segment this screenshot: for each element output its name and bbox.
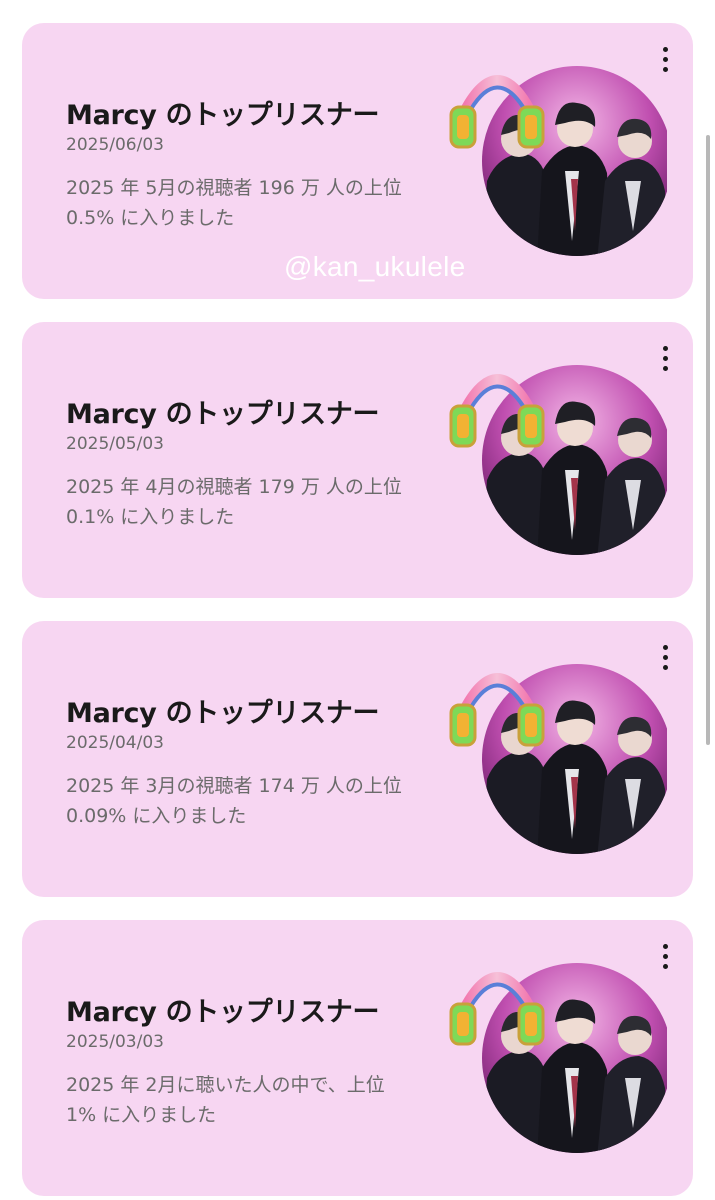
artist-thumbnail bbox=[447, 360, 667, 560]
card-description: 2025 年 5月の視聴者 196 万 人の上位 0.5% に入りました bbox=[66, 177, 402, 229]
card-description: 2025 年 4月の視聴者 179 万 人の上位 0.1% に入りました bbox=[66, 476, 402, 528]
top-listener-card[interactable]: Marcy のトップリスナー 2025/05/03 2025 年 4月の視聴者 … bbox=[22, 322, 693, 598]
card-date: 2025/06/03 bbox=[66, 135, 164, 155]
scrollbar[interactable] bbox=[706, 135, 710, 745]
card-date: 2025/04/03 bbox=[66, 733, 164, 753]
watermark-text: @kan_ukulele bbox=[284, 251, 466, 282]
card-title: Marcy のトップリスナー bbox=[66, 698, 380, 729]
card-title: Marcy のトップリスナー bbox=[66, 399, 380, 430]
card-description: 2025 年 3月の視聴者 174 万 人の上位 0.09% に入りました bbox=[66, 775, 402, 827]
card-date: 2025/03/03 bbox=[66, 1032, 164, 1052]
artist-thumbnail bbox=[447, 61, 667, 261]
top-listener-card-list: Marcy のトップリスナー 2025/06/03 2025 年 5月の視聴者 … bbox=[0, 0, 715, 1200]
card-description: 2025 年 2月に聴いた人の中で、上位 1% に入りました bbox=[66, 1074, 385, 1126]
card-title: Marcy のトップリスナー bbox=[66, 100, 380, 131]
top-listener-card[interactable]: Marcy のトップリスナー 2025/03/03 2025 年 2月に聴いた人… bbox=[22, 920, 693, 1196]
card-date: 2025/05/03 bbox=[66, 434, 164, 454]
top-listener-card[interactable]: Marcy のトップリスナー 2025/06/03 2025 年 5月の視聴者 … bbox=[22, 23, 693, 299]
card-title: Marcy のトップリスナー bbox=[66, 997, 380, 1028]
artist-thumbnail bbox=[447, 659, 667, 859]
top-listener-card[interactable]: Marcy のトップリスナー 2025/04/03 2025 年 3月の視聴者 … bbox=[22, 621, 693, 897]
artist-thumbnail bbox=[447, 958, 667, 1158]
